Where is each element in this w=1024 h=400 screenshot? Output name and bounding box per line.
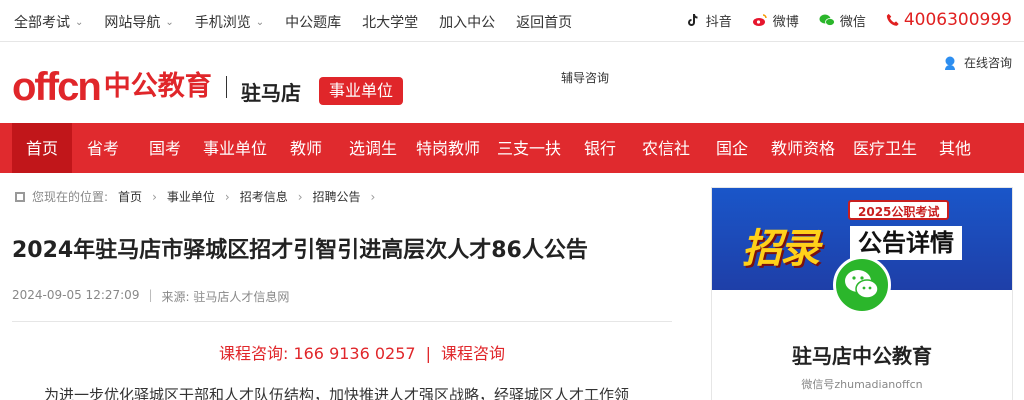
nav-teacher[interactable]: 教师 bbox=[274, 123, 338, 173]
breadcrumb-home[interactable]: 首页 bbox=[118, 188, 142, 205]
breadcrumb-lead: 您现在的位置: bbox=[32, 190, 109, 204]
site-logo[interactable]: offcn 中公教育 bbox=[12, 65, 212, 109]
phone-icon bbox=[886, 13, 899, 26]
main-nav: 首页 省考 国考 事业单位 教师 选调生 特岗教师 三支一扶 银行 农信社 国企… bbox=[0, 123, 1024, 173]
divider bbox=[12, 321, 672, 322]
douyin-link[interactable]: 抖音 bbox=[685, 11, 732, 30]
nav-home[interactable]: 首页 bbox=[12, 123, 72, 173]
chevron-down-icon: ⌄ bbox=[255, 16, 265, 28]
headset-icon bbox=[945, 56, 955, 70]
sidebar-org-name: 驻马店中公教育 bbox=[792, 344, 932, 368]
chevron-right-icon: › bbox=[297, 189, 303, 204]
nav-teacher-cert[interactable]: 教师资格 bbox=[762, 123, 844, 173]
top-nav-all-exams[interactable]: 全部考试 ⌄ bbox=[14, 12, 83, 32]
nav-selected-graduates[interactable]: 选调生 bbox=[338, 123, 408, 173]
chevron-right-icon: › bbox=[152, 189, 157, 204]
nav-national[interactable]: 国考 bbox=[134, 123, 196, 173]
city-name: 驻马店 bbox=[241, 81, 301, 105]
top-right: 抖音 微博 微信 4006300999 bbox=[685, 10, 1012, 30]
nav-sanzhi-yifu[interactable]: 三支一扶 bbox=[488, 123, 570, 173]
category-badge[interactable]: 事业单位 bbox=[319, 77, 404, 105]
top-nav-mobile[interactable]: 手机浏览 ⌄ bbox=[195, 12, 264, 32]
top-nav-question-bank[interactable]: 中公题库 bbox=[285, 12, 341, 32]
nav-other[interactable]: 其他 bbox=[926, 123, 984, 173]
wechat-link[interactable]: 微信 bbox=[819, 11, 866, 30]
nav-public-institution[interactable]: 事业单位 bbox=[196, 123, 274, 173]
wechat-bubbles-icon bbox=[845, 270, 879, 299]
consult-divider: | bbox=[425, 344, 431, 363]
nav-special-teacher[interactable]: 特岗教师 bbox=[408, 123, 488, 173]
logo-divider bbox=[226, 76, 227, 98]
sidebar-card: 2025公职考试 招录 公告详情 驻马店中公教育 微信号zhumadianoff… bbox=[711, 187, 1013, 400]
breadcrumb-exam-info[interactable]: 招考信息 bbox=[240, 188, 288, 205]
wechat-icon bbox=[833, 256, 891, 314]
article-date: 2024-09-05 12:27:09 bbox=[12, 288, 140, 302]
consult-link[interactable]: 课程咨询 bbox=[441, 344, 505, 363]
nav-provincial[interactable]: 省考 bbox=[72, 123, 134, 173]
nav-medical[interactable]: 医疗卫生 bbox=[844, 123, 926, 173]
article-source: 来源: 驻马店人才信息网 bbox=[161, 290, 290, 304]
wechat-icon bbox=[819, 14, 835, 26]
logo-cn: 中公教育 bbox=[103, 71, 212, 102]
article-title: 2024年驻马店市驿城区招才引智引进高层次人才86人公告 bbox=[12, 238, 588, 263]
location-icon bbox=[15, 191, 25, 202]
consult-phone[interactable]: 课程咨询: 166 9136 0257 bbox=[219, 344, 416, 363]
article-meta: 2024-09-05 12:27:09 | 来源: 驻马店人才信息网 bbox=[12, 288, 289, 305]
consult-line: 课程咨询: 166 9136 0257 | 课程咨询 bbox=[12, 340, 712, 364]
nav-rural-credit[interactable]: 农信社 bbox=[630, 123, 702, 173]
breadcrumb-public-institution[interactable]: 事业单位 bbox=[167, 188, 215, 205]
banner-tag: 公告详情 bbox=[850, 226, 962, 260]
top-nav: 全部考试 ⌄ 网站导航 ⌄ 手机浏览 ⌄ 中公题库 北大学堂 加入中公 返回首页 bbox=[14, 12, 593, 32]
breadcrumb-recruit-notice[interactable]: 招聘公告 bbox=[313, 188, 361, 205]
weibo-icon bbox=[752, 14, 767, 26]
top-nav-join[interactable]: 加入中公 bbox=[439, 12, 495, 32]
nav-soe[interactable]: 国企 bbox=[702, 123, 762, 173]
banner-year: 2025公职考试 bbox=[848, 200, 950, 220]
tutoring-consult-link[interactable]: 辅导咨询 bbox=[561, 69, 609, 86]
top-nav-home[interactable]: 返回首页 bbox=[516, 12, 572, 32]
meta-divider: | bbox=[148, 288, 153, 302]
online-consult-link[interactable]: 在线咨询 bbox=[942, 54, 1012, 71]
chevron-right-icon: › bbox=[224, 189, 230, 204]
top-nav-site-nav[interactable]: 网站导航 ⌄ bbox=[104, 12, 173, 32]
chevron-right-icon: › bbox=[370, 189, 376, 204]
douyin-icon bbox=[687, 13, 698, 26]
article-body: 为进一步优化驿城区干部和人才队伍结构，加快推进人才强区战略，经驿城区人才工作领 bbox=[44, 386, 630, 400]
chevron-down-icon: ⌄ bbox=[165, 16, 174, 28]
weibo-link[interactable]: 微博 bbox=[752, 11, 799, 30]
logo-en: offcn bbox=[12, 65, 102, 109]
sidebar-wechat-id: 微信号zhumadianoffcn bbox=[801, 378, 923, 391]
chevron-down-icon: ⌄ bbox=[75, 16, 84, 28]
phone-number[interactable]: 4006300999 bbox=[886, 10, 1012, 30]
breadcrumb: 您现在的位置: 首页 › 事业单位 › 招考信息 › 招聘公告 › bbox=[14, 188, 385, 205]
nav-bank[interactable]: 银行 bbox=[570, 123, 630, 173]
site-header: offcn 中公教育 驻马店 事业单位 辅导咨询 在线咨询 bbox=[0, 43, 1024, 123]
top-nav-pku[interactable]: 北大学堂 bbox=[362, 12, 418, 32]
top-bar: 全部考试 ⌄ 网站导航 ⌄ 手机浏览 ⌄ 中公题库 北大学堂 加入中公 返回首页 抖音… bbox=[0, 0, 1024, 42]
banner-big-text: 招录 bbox=[742, 226, 820, 272]
